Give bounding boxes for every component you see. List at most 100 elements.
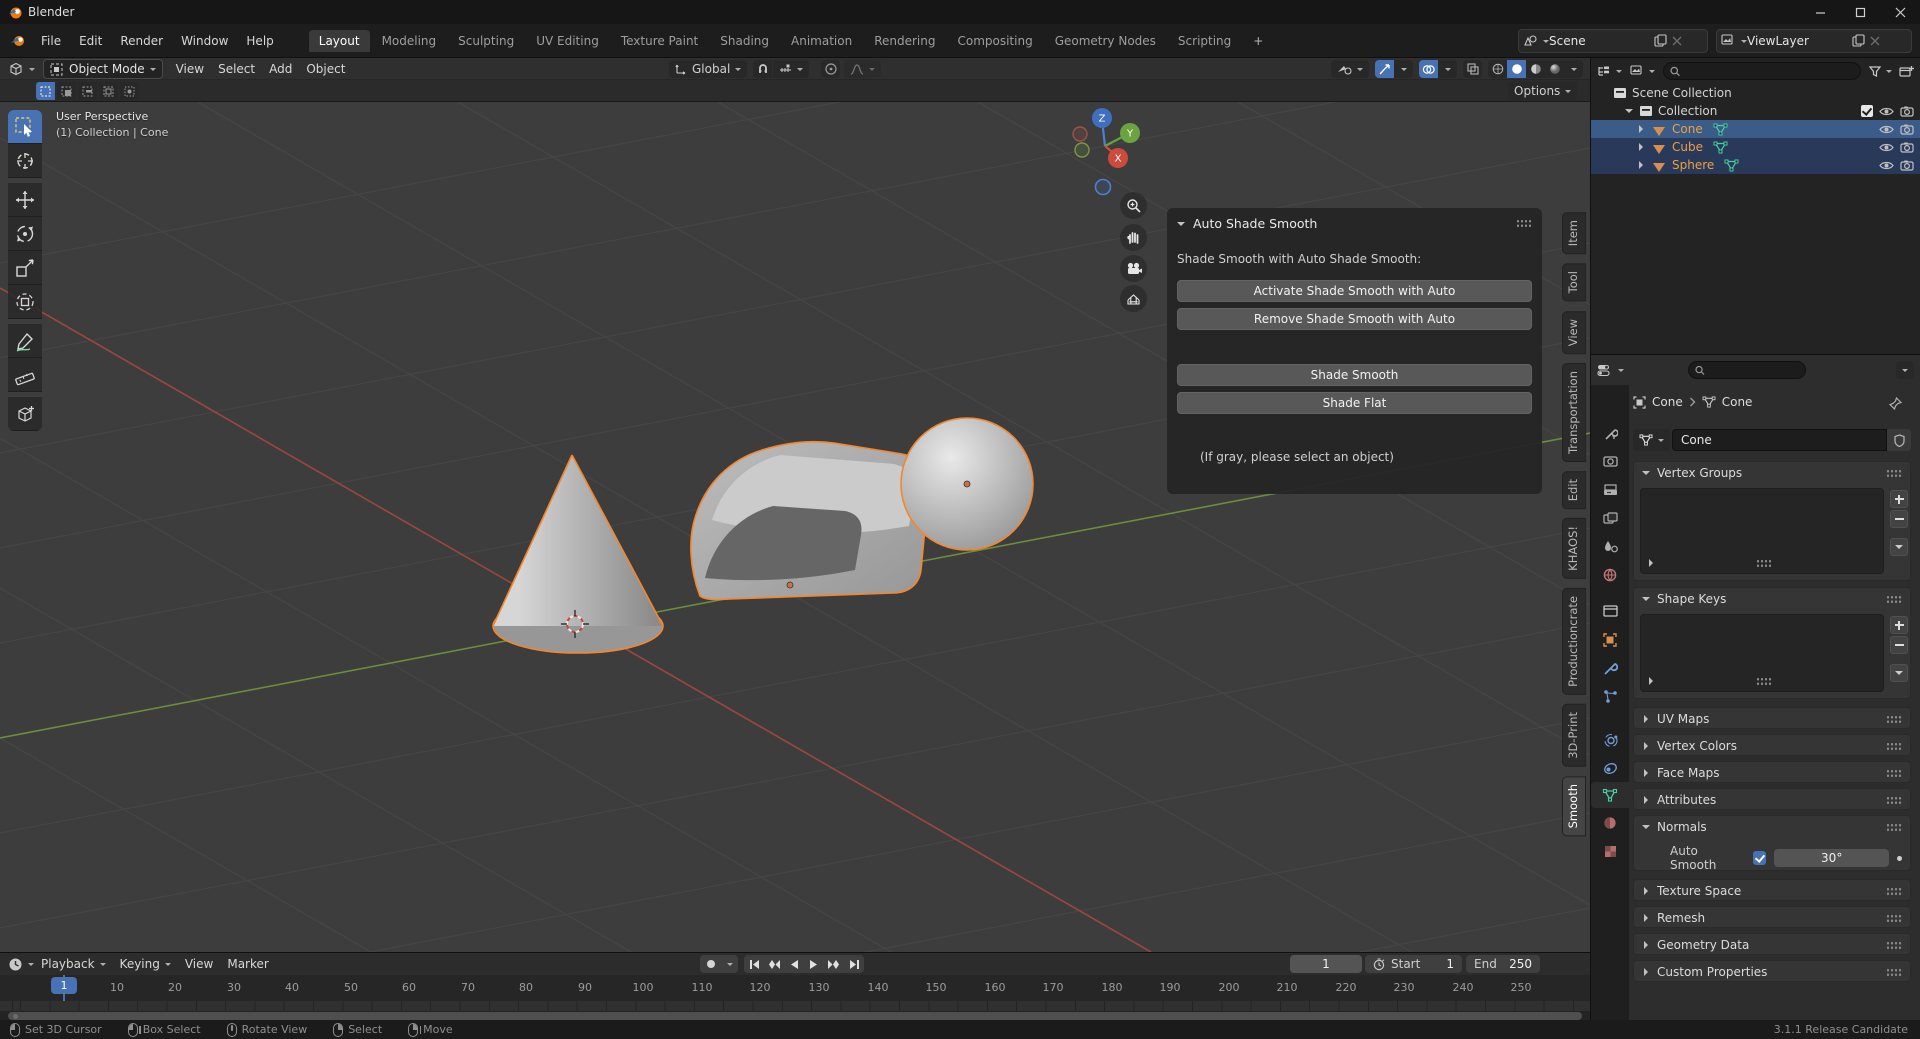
- ortho-toggle-icon[interactable]: [1120, 285, 1147, 312]
- show-overlays-toggle[interactable]: [1419, 60, 1438, 78]
- scene-copy-icon[interactable]: [1654, 34, 1667, 47]
- auto-smooth-checkbox[interactable]: [1753, 851, 1766, 865]
- snap-target-selector[interactable]: [773, 60, 809, 78]
- tab-particles[interactable]: [1591, 683, 1629, 709]
- properties-options-button[interactable]: [1896, 361, 1914, 379]
- axis-neg-x-handle[interactable]: [1073, 127, 1087, 141]
- gizmo-dropdown-icon[interactable]: [1394, 60, 1413, 78]
- editor-type-button[interactable]: [8, 62, 35, 76]
- remove-shape-key-button[interactable]: [1890, 636, 1908, 654]
- tab-modifiers[interactable]: [1591, 655, 1629, 681]
- workspace-tab[interactable]: Sculpting: [448, 30, 524, 52]
- shading-rendered-icon[interactable]: [1545, 60, 1564, 78]
- sphere-object[interactable]: [901, 418, 1033, 550]
- workspace-tab[interactable]: +: [1243, 30, 1273, 52]
- drag-grip-icon[interactable]: [1516, 219, 1532, 228]
- vertex-groups-header[interactable]: Vertex Groups: [1634, 462, 1910, 484]
- viewlayer-icon[interactable]: [1721, 34, 1736, 47]
- sidebar-tab[interactable]: 3D-Print: [1562, 704, 1586, 767]
- timeline-tickband[interactable]: [0, 1001, 1590, 1011]
- properties-search-input[interactable]: [1705, 364, 1799, 377]
- axis-neg-y-handle[interactable]: [1075, 143, 1089, 157]
- cone-object[interactable]: [493, 455, 663, 653]
- list-expand-icon[interactable]: [1649, 559, 1657, 567]
- menu-item[interactable]: Render: [111, 30, 172, 52]
- tab-output[interactable]: [1591, 477, 1629, 503]
- axis-neg-z-handle[interactable]: [1096, 180, 1111, 195]
- end-frame-field[interactable]: End 250: [1466, 955, 1540, 973]
- add-vertex-group-button[interactable]: [1890, 490, 1908, 508]
- shading-wireframe-icon[interactable]: [1488, 60, 1507, 78]
- animate-decorator-icon[interactable]: [1897, 856, 1902, 861]
- blender-menu-icon[interactable]: [10, 34, 26, 48]
- tab-physics[interactable]: [1591, 727, 1629, 753]
- list-resize-grip-icon[interactable]: [1756, 559, 1772, 568]
- navigation-gizmo[interactable]: Z Y X: [1072, 104, 1152, 196]
- collection-checkbox[interactable]: [1861, 105, 1873, 117]
- eye-icon[interactable]: [1879, 160, 1894, 171]
- vertex-group-specials-button[interactable]: [1890, 538, 1908, 556]
- tab-collection-props[interactable]: [1591, 598, 1629, 624]
- tab-object[interactable]: [1591, 627, 1629, 653]
- collapsed-panel[interactable]: Face Maps: [1633, 761, 1911, 783]
- drag-grip-icon[interactable]: [1886, 914, 1902, 923]
- eye-icon[interactable]: [1879, 124, 1894, 135]
- shade-smooth-auto-button[interactable]: Remove Shade Smooth with Auto: [1177, 308, 1532, 330]
- collapsed-panel[interactable]: Vertex Colors: [1633, 734, 1911, 756]
- fake-user-shield-icon[interactable]: [1887, 429, 1911, 451]
- camera-view-icon[interactable]: [1120, 255, 1147, 282]
- tab-material[interactable]: [1591, 810, 1629, 836]
- show-gizmo-toggle[interactable]: [1375, 60, 1394, 78]
- proportional-falloff-selector[interactable]: [844, 60, 881, 78]
- snap-toggle-magnet-icon[interactable]: [753, 60, 772, 78]
- menu-item[interactable]: File: [32, 30, 70, 52]
- select-mode-invert-icon[interactable]: [99, 82, 118, 100]
- outliner-row-scene-collection[interactable]: Scene Collection: [1591, 84, 1920, 102]
- list-expand-icon[interactable]: [1649, 677, 1657, 685]
- sidebar-tab[interactable]: Transportation: [1562, 363, 1586, 462]
- workspace-tab[interactable]: Animation: [781, 30, 862, 52]
- sidebar-tab[interactable]: KHAOS!: [1562, 518, 1586, 579]
- pin-icon[interactable]: [1889, 397, 1902, 410]
- tool-measure[interactable]: [8, 358, 42, 392]
- tab-render[interactable]: [1591, 448, 1629, 474]
- tab-constraints[interactable]: [1591, 755, 1629, 781]
- object-expand-icon[interactable]: [1639, 125, 1647, 133]
- viewlayer-remove-icon[interactable]: [1870, 36, 1880, 46]
- proportional-editing-icon[interactable]: [821, 60, 840, 78]
- outliner-filter-button[interactable]: [1869, 66, 1892, 77]
- workspace-tab[interactable]: Rendering: [864, 30, 945, 52]
- tab-object-data[interactable]: [1591, 782, 1629, 808]
- auto-keying-button[interactable]: [700, 955, 722, 973]
- mode-selector[interactable]: Object Mode: [43, 59, 163, 79]
- vertex-groups-list[interactable]: [1640, 488, 1884, 574]
- drag-grip-icon[interactable]: [1886, 941, 1902, 950]
- collapsed-panel[interactable]: Geometry Data: [1633, 933, 1911, 955]
- jump-to-end-button[interactable]: [844, 955, 864, 973]
- sidebar-tab[interactable]: Smooth: [1562, 776, 1586, 836]
- tab-tool[interactable]: [1591, 420, 1629, 446]
- collapsed-panel[interactable]: Remesh: [1633, 906, 1911, 928]
- timeline-menu[interactable]: Playback: [34, 955, 113, 973]
- drag-grip-icon[interactable]: [1886, 742, 1902, 751]
- menu-item[interactable]: Window: [172, 30, 237, 52]
- add-shape-key-button[interactable]: [1890, 616, 1908, 634]
- eye-icon[interactable]: [1879, 142, 1894, 153]
- prev-keyframe-button[interactable]: [764, 955, 784, 973]
- transform-orientation[interactable]: Global: [669, 60, 747, 78]
- viewlayer-name-field[interactable]: [1747, 34, 1852, 48]
- tool-cursor[interactable]: [8, 144, 42, 178]
- scene-dropdown-icon[interactable]: [1543, 40, 1549, 46]
- cube-object[interactable]: [691, 442, 930, 600]
- tool-transform[interactable]: [8, 285, 42, 319]
- sidebar-tab[interactable]: Productioncrate: [1562, 588, 1586, 695]
- shade-button[interactable]: Shade Smooth: [1177, 364, 1532, 386]
- eye-icon[interactable]: [1879, 106, 1894, 117]
- outliner-filter-type[interactable]: [1630, 65, 1655, 77]
- outliner-display-mode[interactable]: [1597, 65, 1622, 77]
- workspace-tab[interactable]: Compositing: [947, 30, 1042, 52]
- timeline-menu[interactable]: View: [178, 955, 220, 973]
- object-expand-icon[interactable]: [1639, 161, 1647, 169]
- shape-keys-header[interactable]: Shape Keys: [1634, 588, 1910, 610]
- properties-editor-type[interactable]: [1597, 364, 1624, 377]
